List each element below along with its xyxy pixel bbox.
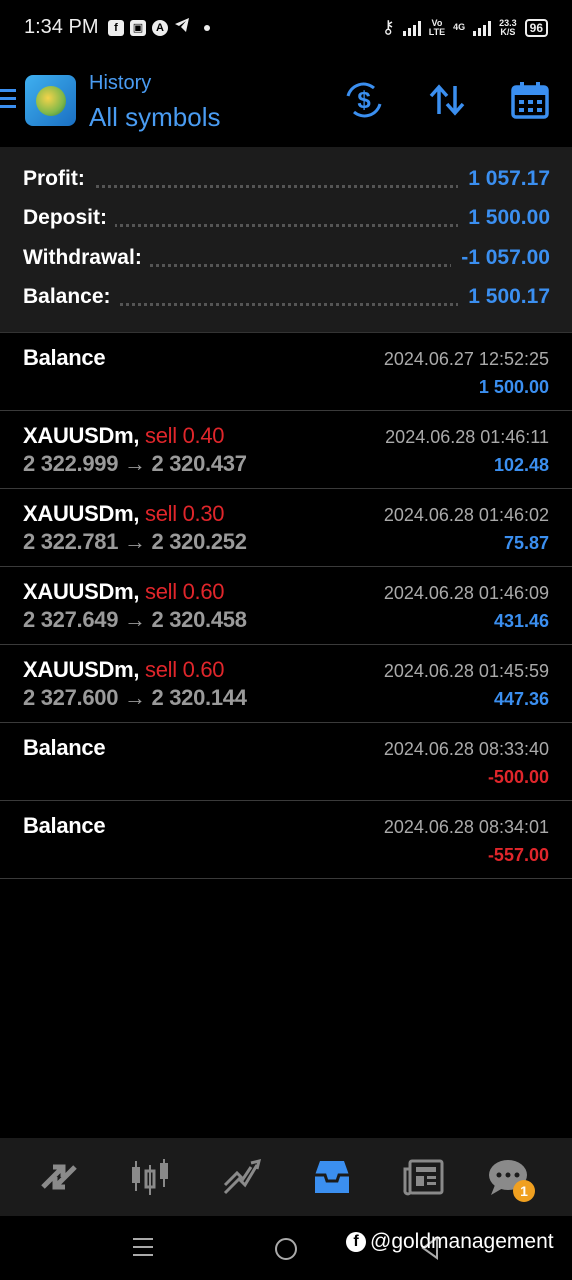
entry-prices: 2 322.999 → 2 320.437	[23, 451, 247, 476]
battery-icon: 96	[524, 18, 548, 37]
entry-side: sell 0.60	[145, 657, 225, 682]
watermark: f @goldmanagement	[346, 1230, 554, 1254]
entry-title: XAUUSDm,	[23, 423, 140, 448]
entry-amount: 447.36	[493, 689, 549, 709]
summary-panel: Profit: 1 057.17 Deposit: 1 500.00 Withd…	[0, 147, 572, 333]
entry-prices: 2 322.781 → 2 320.252	[23, 529, 247, 554]
watermark-text: @goldmanagement	[370, 1230, 554, 1253]
app-icon: ▣	[130, 19, 146, 36]
calendar-button[interactable]	[508, 78, 552, 122]
signal-icon	[402, 20, 421, 36]
chat-badge: 1	[513, 1180, 535, 1202]
sort-icon	[429, 84, 465, 116]
entry-title: Balance	[23, 813, 106, 838]
entry-amount: 431.46	[493, 611, 549, 631]
list-item[interactable]: XAUUSDm, sell 0.60 2 327.600 → 2 320.144…	[0, 645, 572, 723]
summary-balance: Balance: 1 500.17	[23, 285, 550, 315]
list-item[interactable]: XAUUSDm, sell 0.40 2 322.999 → 2 320.437…	[0, 411, 572, 489]
system-nav-bar: f @goldmanagement	[0, 1216, 572, 1280]
summary-label: Profit:	[23, 167, 93, 191]
volte-label: Vo LTE	[428, 17, 446, 37]
page-title[interactable]: All symbols	[89, 102, 220, 133]
system-status: ⚷ Vo LTE 4G 23.3 K/S 96	[382, 17, 548, 38]
facebook-icon: f	[108, 19, 124, 36]
summary-label: Balance:	[23, 285, 119, 309]
page-subtitle: History	[89, 72, 152, 94]
chart-icon	[132, 1159, 168, 1195]
entry-side: sell 0.30	[145, 501, 225, 526]
menu-icon[interactable]	[0, 89, 16, 109]
quotes-icon	[41, 1164, 77, 1190]
summary-profit: Profit: 1 057.17	[23, 167, 550, 197]
nav-history[interactable]	[309, 1154, 355, 1200]
entry-side: sell 0.40	[145, 423, 225, 448]
network-type-label: 4G	[453, 22, 466, 32]
list-item[interactable]: Balance 2024.06.27 12:52:25 1 500.00	[0, 333, 572, 411]
telegram-icon	[174, 17, 190, 38]
nav-chart[interactable]	[127, 1154, 173, 1200]
calendar-icon	[511, 82, 549, 119]
entry-title: Balance	[23, 735, 106, 760]
news-icon	[403, 1159, 444, 1196]
entry-time: 2024.06.27 12:52:25	[383, 349, 549, 369]
entry-time: 2024.06.28 08:34:01	[383, 817, 549, 837]
entry-time: 2024.06.28 01:45:59	[383, 661, 549, 681]
nav-quotes[interactable]	[36, 1154, 82, 1200]
entry-title: Balance	[23, 345, 106, 370]
summary-deposit: Deposit: 1 500.00	[23, 206, 550, 236]
summary-value: 1 500.17	[458, 285, 550, 309]
deposit-icon: $	[346, 82, 382, 118]
signal-icon	[473, 20, 492, 36]
facebook-logo-icon: f	[346, 1232, 366, 1252]
app-bar: History All symbols $	[0, 60, 572, 146]
bottom-nav: 1	[0, 1138, 572, 1216]
entry-time: 2024.06.28 01:46:09	[383, 583, 549, 603]
speed-label: 23.3 K/S	[499, 17, 517, 37]
status-time: 1:34 PM	[24, 16, 99, 38]
entry-time: 2024.06.28 01:46:11	[385, 427, 549, 447]
entry-amount: 1 500.00	[478, 377, 549, 397]
deposit-button[interactable]: $	[342, 78, 386, 122]
list-item[interactable]: XAUUSDm, sell 0.60 2 327.649 → 2 320.458…	[0, 567, 572, 645]
summary-withdrawal: Withdrawal: -1 057.00	[23, 246, 550, 276]
notification-icons: f ▣ A	[108, 17, 210, 38]
list-item[interactable]: Balance 2024.06.28 08:33:40 -500.00	[0, 723, 572, 801]
list-item[interactable]: XAUUSDm, sell 0.30 2 322.781 → 2 320.252…	[0, 489, 572, 567]
nav-news[interactable]	[400, 1154, 446, 1200]
summary-label: Deposit:	[23, 206, 115, 230]
entry-amount: 75.87	[503, 533, 549, 553]
app-logo	[25, 75, 76, 126]
entry-amount: -557.00	[487, 845, 549, 865]
sort-button[interactable]	[425, 78, 469, 122]
more-dot-icon	[204, 24, 210, 31]
entry-title: XAUUSDm,	[23, 501, 140, 526]
key-icon: ⚷	[381, 17, 395, 37]
entry-prices: 2 327.649 → 2 320.458	[23, 607, 247, 632]
entry-title: XAUUSDm,	[23, 579, 140, 604]
svg-text:$: $	[357, 87, 371, 114]
recent-apps-icon[interactable]	[133, 1238, 153, 1262]
entry-amount: 102.48	[493, 455, 549, 475]
entry-title: XAUUSDm,	[23, 657, 140, 682]
summary-value: 1 057.17	[458, 167, 550, 191]
entry-amount: -500.00	[487, 767, 549, 787]
trade-icon	[223, 1158, 261, 1195]
nav-chat[interactable]: 1	[485, 1154, 535, 1202]
entry-prices: 2 327.600 → 2 320.144	[23, 685, 247, 710]
status-bar: 1:34 PM f ▣ A ⚷ Vo LTE 4G 23.3 K/S 96	[0, 0, 572, 58]
entry-time: 2024.06.28 08:33:40	[383, 739, 549, 759]
nav-trade[interactable]	[218, 1154, 264, 1200]
summary-value: -1 057.00	[451, 246, 550, 270]
home-icon[interactable]	[275, 1238, 297, 1260]
list-item[interactable]: Balance 2024.06.28 08:34:01 -557.00	[0, 801, 572, 879]
summary-value: 1 500.00	[458, 206, 550, 230]
history-icon	[315, 1161, 349, 1193]
entry-time: 2024.06.28 01:46:02	[383, 505, 549, 525]
history-list: Balance 2024.06.27 12:52:25 1 500.00 XAU…	[0, 333, 572, 879]
summary-label: Withdrawal:	[23, 246, 150, 270]
entry-side: sell 0.60	[145, 579, 225, 604]
vpn-icon: A	[152, 19, 168, 36]
